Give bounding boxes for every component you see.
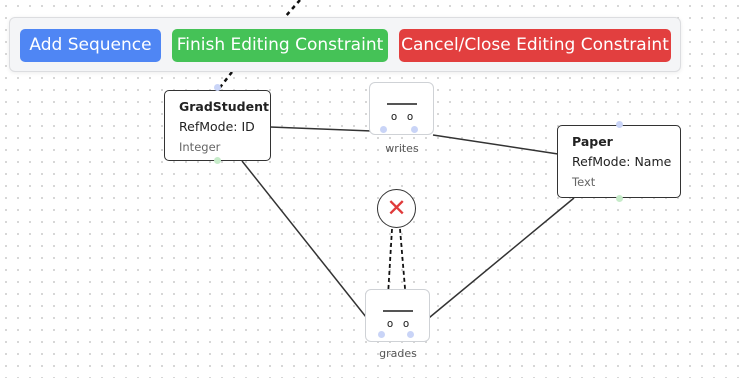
connection-port[interactable] <box>378 331 385 338</box>
connection-port[interactable] <box>616 195 623 202</box>
entity-name: Paper <box>572 134 613 149</box>
fact-type-writes[interactable]: o o <box>369 82 434 135</box>
uniqueness-bar <box>387 103 417 105</box>
fact-type-grades[interactable]: o o <box>365 289 430 342</box>
role-box-2[interactable]: o <box>400 317 412 331</box>
fact-label-grades: grades <box>379 347 417 360</box>
entity-datatype: Text <box>572 175 596 189</box>
entity-paper[interactable]: Paper RefMode: Name Text <box>557 125 681 198</box>
edge-paper-grades <box>423 197 575 323</box>
connection-port[interactable] <box>407 331 414 338</box>
entity-refmode: RefMode: Name <box>572 154 672 169</box>
edge-gradstudent-grades <box>241 160 371 323</box>
finish-editing-constraint-button[interactable]: Finish Editing Constraint <box>172 29 388 62</box>
entity-refmode: RefMode: ID <box>179 119 255 134</box>
connection-port[interactable] <box>411 126 418 133</box>
add-sequence-button[interactable]: Add Sequence <box>20 29 161 62</box>
constraint-x-icon[interactable]: ✕ <box>377 189 416 228</box>
fact-label-writes: writes <box>385 142 419 155</box>
role-box-1[interactable]: o <box>384 317 396 331</box>
dashed-link-top <box>284 0 301 18</box>
connection-port[interactable] <box>616 121 623 128</box>
toolbar: Add Sequence Finish Editing Constraint C… <box>9 17 681 72</box>
uniqueness-bar <box>383 310 413 312</box>
entity-datatype: Integer <box>179 140 221 154</box>
entity-gradstudent[interactable]: GradStudent RefMode: ID Integer <box>164 90 271 161</box>
role-box-1[interactable]: o <box>388 110 400 124</box>
edge-writes-paper <box>432 134 559 155</box>
role-box-2[interactable]: o <box>404 110 416 124</box>
edge-gradstudent-writes <box>269 126 373 132</box>
connection-port[interactable] <box>214 84 221 91</box>
cancel-editing-constraint-button[interactable]: Cancel/Close Editing Constraint <box>399 29 671 62</box>
connection-port[interactable] <box>380 126 387 133</box>
connection-port[interactable] <box>214 157 221 164</box>
entity-name: GradStudent <box>179 99 269 114</box>
